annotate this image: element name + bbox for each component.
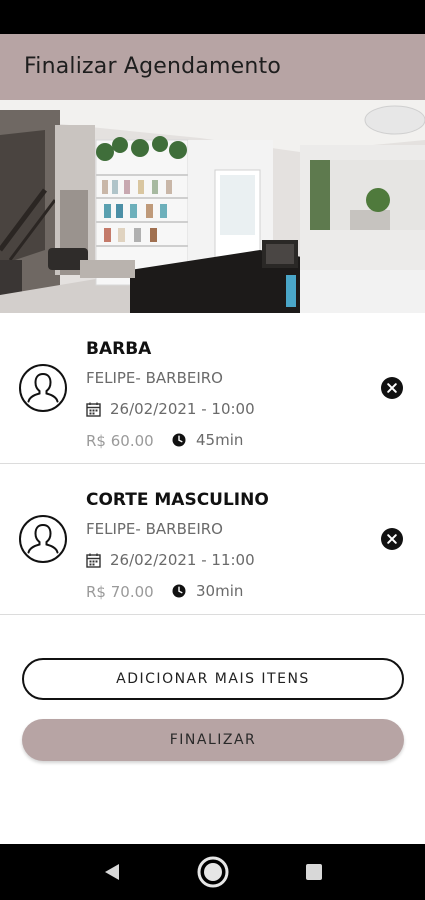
appointment-datetime: 26/02/2021 - 10:00 [86, 399, 255, 419]
close-circle-icon[interactable] [381, 377, 403, 399]
page-title: Finalizar Agendamento [24, 54, 282, 79]
duration-text: 30min [196, 582, 244, 600]
service-duration: 30min [172, 581, 243, 601]
app-screen: Finalizar Agendamento BARBA FELIPE- BARB… [0, 34, 425, 844]
system-nav-bar [0, 844, 425, 900]
calendar-icon [86, 402, 101, 417]
clock-icon [172, 584, 186, 598]
datetime-text: 26/02/2021 - 11:00 [110, 551, 255, 569]
clock-icon [172, 433, 186, 447]
duration-text: 45min [196, 431, 244, 449]
finish-button[interactable]: FINALIZAR [22, 719, 404, 761]
service-duration: 45min [172, 430, 243, 450]
service-name: BARBA [86, 339, 152, 359]
service-price: R$ 70.00 [86, 583, 154, 601]
service-name: CORTE MASCULINO [86, 490, 269, 510]
person-outline-icon [19, 515, 67, 563]
salon-photo [0, 100, 425, 313]
add-more-items-button[interactable]: ADICIONAR MAIS ITENS [22, 658, 404, 700]
recents-square-icon[interactable] [296, 854, 332, 890]
back-triangle-icon[interactable] [94, 854, 130, 890]
professional-name: FELIPE- BARBEIRO [86, 520, 223, 538]
app-bar: Finalizar Agendamento [0, 34, 425, 100]
close-circle-icon[interactable] [381, 528, 403, 550]
home-circle-icon[interactable] [195, 854, 231, 890]
calendar-icon [86, 553, 101, 568]
status-bar [0, 0, 425, 34]
appointment-list: BARBA FELIPE- BARBEIRO 26/02/2021 - 10:0… [0, 313, 425, 615]
list-item: CORTE MASCULINO FELIPE- BARBEIRO 26/02/2… [0, 464, 425, 615]
list-item: BARBA FELIPE- BARBEIRO 26/02/2021 - 10:0… [0, 313, 425, 464]
professional-name: FELIPE- BARBEIRO [86, 369, 223, 387]
datetime-text: 26/02/2021 - 10:00 [110, 400, 255, 418]
appointment-datetime: 26/02/2021 - 11:00 [86, 550, 255, 570]
service-price: R$ 60.00 [86, 432, 154, 450]
person-outline-icon [19, 364, 67, 412]
